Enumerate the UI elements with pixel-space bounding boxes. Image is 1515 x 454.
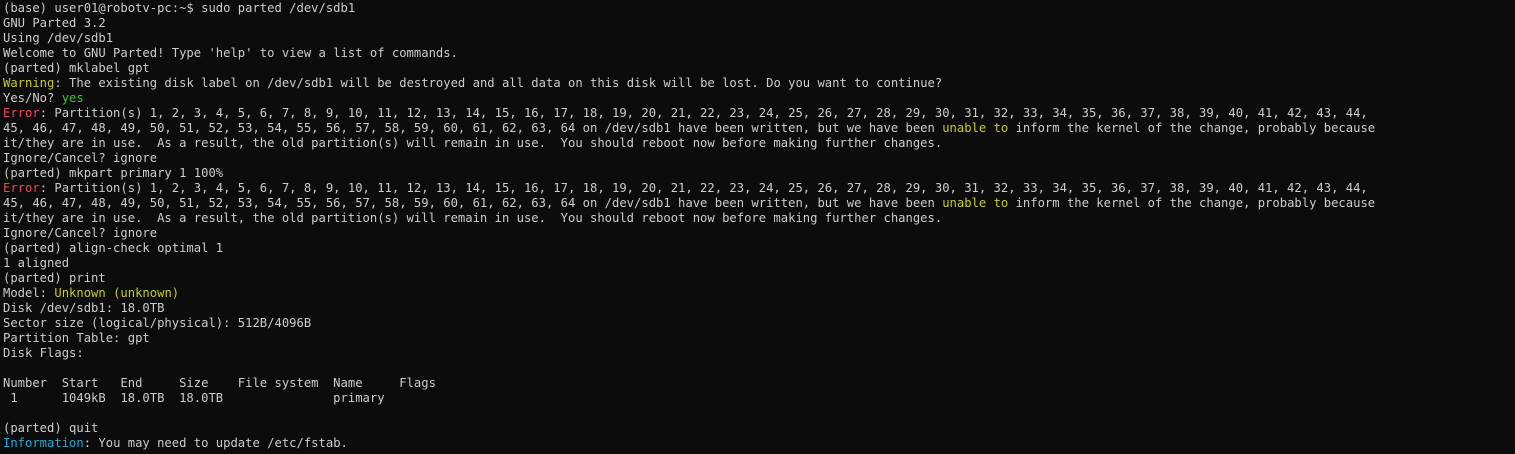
- terminal-text: Using /dev/sdb1: [3, 31, 114, 45]
- terminal-text: (base) user01@robotv-pc:~$ sudo parted /…: [3, 1, 356, 15]
- terminal-line: Error: Partition(s) 1, 2, 3, 4, 5, 6, 7,…: [3, 181, 1515, 196]
- terminal-text-warning: Warning: [3, 76, 55, 90]
- terminal-text: : Partition(s) 1, 2, 3, 4, 5, 6, 7, 8, 9…: [39, 106, 1368, 120]
- terminal-line: Disk /dev/sdb1: 18.0TB: [3, 301, 1515, 316]
- terminal-text: Ignore/Cancel? ignore: [3, 151, 158, 165]
- terminal-line: Number Start End Size File system Name F…: [3, 376, 1515, 391]
- terminal-line: 45, 46, 47, 48, 49, 50, 51, 52, 53, 54, …: [3, 121, 1515, 136]
- terminal-text: it/they are in use. As a result, the old…: [3, 211, 943, 225]
- terminal-text: Number Start End Size File system Name F…: [3, 376, 436, 390]
- terminal-text: GNU Parted 3.2: [3, 16, 106, 30]
- terminal-text: Welcome to GNU Parted! Type 'help' to vi…: [3, 46, 458, 60]
- terminal-line: 1 1049kB 18.0TB 18.0TB primary: [3, 391, 1515, 406]
- terminal-line: it/they are in use. As a result, the old…: [3, 211, 1515, 226]
- terminal-text-error: Error: [3, 181, 40, 195]
- terminal-line: 1 aligned: [3, 256, 1515, 271]
- terminal-line: (parted) mklabel gpt: [3, 61, 1515, 76]
- terminal-text: Sector size (logical/physical): 512B/409…: [3, 316, 312, 330]
- terminal-text: it/they are in use. As a result, the old…: [3, 136, 943, 150]
- terminal-output[interactable]: (base) user01@robotv-pc:~$ sudo parted /…: [0, 0, 1515, 454]
- terminal-line: it/they are in use. As a result, the old…: [3, 136, 1515, 151]
- terminal-line: 45, 46, 47, 48, 49, 50, 51, 52, 53, 54, …: [3, 196, 1515, 211]
- terminal-line: Disk Flags:: [3, 346, 1515, 361]
- terminal-text: inform the kernel of the change, probabl…: [1008, 196, 1376, 210]
- terminal-text: Disk /dev/sdb1: 18.0TB: [3, 301, 165, 315]
- terminal-line: Partition Table: gpt: [3, 331, 1515, 346]
- terminal-text-green: yes: [61, 91, 84, 105]
- terminal-text: (parted) print: [3, 271, 106, 285]
- terminal-text: Ignore/Cancel? ignore: [3, 226, 158, 240]
- terminal-line: Warning: The existing disk label on /dev…: [3, 76, 1515, 91]
- terminal-text: inform the kernel of the change, probabl…: [1008, 121, 1376, 135]
- terminal-line: Information: You may need to update /etc…: [3, 436, 1515, 451]
- terminal-line: Ignore/Cancel? ignore: [3, 151, 1515, 166]
- terminal-text: : Partition(s) 1, 2, 3, 4, 5, 6, 7, 8, 9…: [39, 181, 1368, 195]
- terminal-line: GNU Parted 3.2: [3, 16, 1515, 31]
- terminal-line: (parted) print: [3, 271, 1515, 286]
- terminal-text: Model:: [3, 286, 55, 300]
- terminal-line: Welcome to GNU Parted! Type 'help' to vi…: [3, 46, 1515, 61]
- terminal-text: 45, 46, 47, 48, 49, 50, 51, 52, 53, 54, …: [3, 196, 943, 210]
- terminal-text: (parted) mkpart primary 1 100%: [3, 166, 224, 180]
- terminal-text: : The existing disk label on /dev/sdb1 w…: [54, 76, 943, 90]
- terminal-text-yellow: unable to: [942, 121, 1009, 135]
- terminal-text-yellow: Unknown: [54, 286, 106, 300]
- terminal-line: (parted) align-check optimal 1: [3, 241, 1515, 256]
- terminal-text: (parted) align-check optimal 1: [3, 241, 224, 255]
- terminal-line: (parted) quit: [3, 421, 1515, 436]
- terminal-line: Using /dev/sdb1: [3, 31, 1515, 46]
- terminal-text: 45, 46, 47, 48, 49, 50, 51, 52, 53, 54, …: [3, 121, 943, 135]
- terminal-text: (parted) quit: [3, 421, 99, 435]
- terminal-text: 1 1049kB 18.0TB 18.0TB primary: [3, 391, 385, 405]
- terminal-text: 1 aligned: [3, 256, 70, 270]
- terminal-line: Sector size (logical/physical): 512B/409…: [3, 316, 1515, 331]
- terminal-line: (parted) mkpart primary 1 100%: [3, 166, 1515, 181]
- terminal-line: Model: Unknown (unknown): [3, 286, 1515, 301]
- terminal-text-yellow: (unknown): [105, 286, 180, 300]
- terminal-text: Partition Table: gpt: [3, 331, 150, 345]
- terminal-line: (base) user01@robotv-pc:~$ sudo parted /…: [3, 1, 1515, 16]
- terminal-text: Yes/No?: [3, 91, 62, 105]
- terminal-text: (parted) mklabel gpt: [3, 61, 150, 75]
- terminal-line: Error: Partition(s) 1, 2, 3, 4, 5, 6, 7,…: [3, 106, 1515, 121]
- terminal-text-info: Information: [3, 436, 84, 450]
- terminal-line: Yes/No? yes: [3, 91, 1515, 106]
- terminal-text-yellow: unable to: [942, 196, 1009, 210]
- terminal-text: Disk Flags:: [3, 346, 84, 360]
- terminal-text-error: Error: [3, 106, 40, 120]
- terminal-text: : You may need to update /etc/fstab.: [83, 436, 348, 450]
- terminal-line: Ignore/Cancel? ignore: [3, 226, 1515, 241]
